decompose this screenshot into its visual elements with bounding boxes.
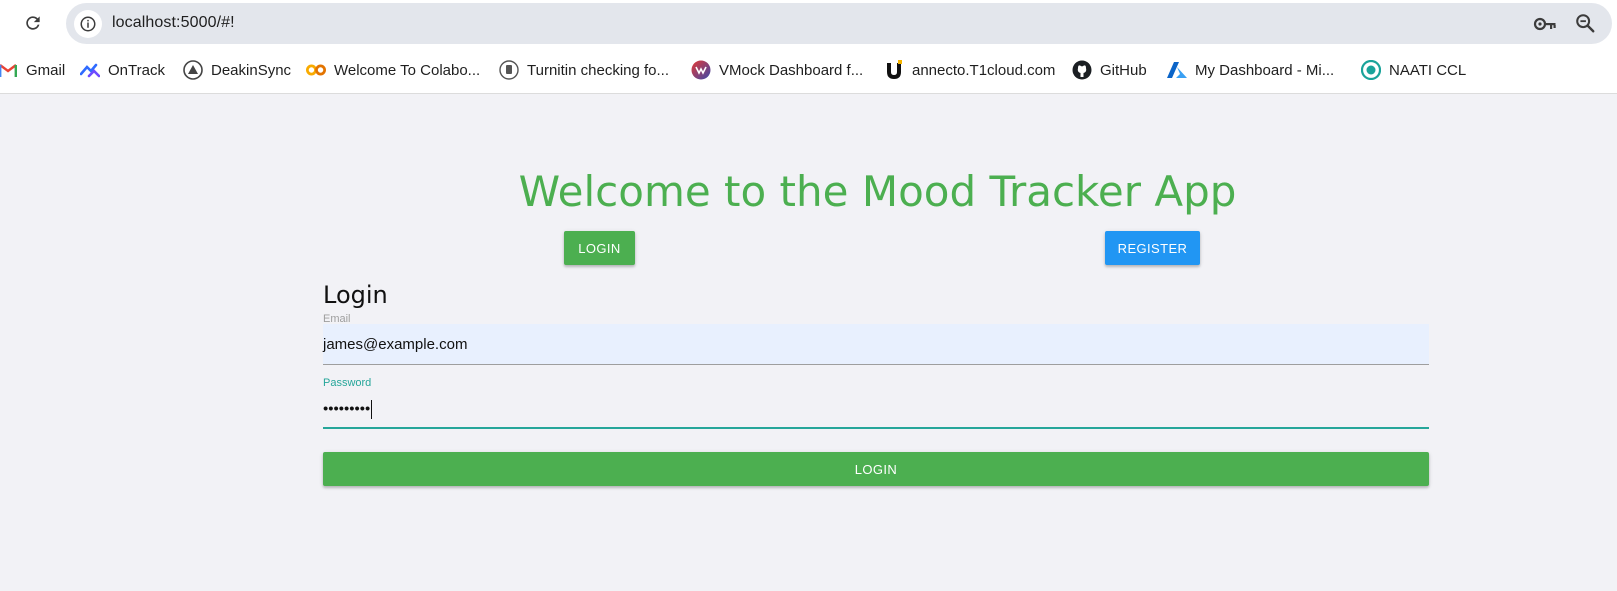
nav-register-button[interactable]: REGISTER bbox=[1105, 231, 1200, 265]
email-field[interactable]: james@example.com bbox=[323, 324, 1429, 365]
app-page: Welcome to the Mood Tracker App LOGIN RE… bbox=[0, 95, 1617, 591]
bookmark-naati[interactable]: NAATI CCL bbox=[1361, 58, 1466, 82]
address-bar[interactable]: localhost:5000/#! bbox=[66, 3, 1612, 44]
colab-icon bbox=[306, 60, 326, 80]
github-icon bbox=[1072, 60, 1092, 80]
bookmark-annecto[interactable]: annecto.T1cloud.com bbox=[884, 58, 1055, 82]
login-form-heading: Login bbox=[323, 281, 388, 309]
bookmark-ontrack[interactable]: OnTrack bbox=[80, 58, 165, 82]
zoom-icon[interactable] bbox=[1574, 12, 1598, 36]
password-value: ••••••••• bbox=[323, 400, 371, 418]
turnitin-icon bbox=[499, 60, 519, 80]
reload-icon[interactable] bbox=[20, 10, 46, 36]
password-field[interactable]: ••••••••• bbox=[323, 388, 1429, 429]
text-caret bbox=[371, 400, 373, 419]
bookmark-github[interactable]: GitHub bbox=[1072, 58, 1147, 82]
login-submit-button[interactable]: LOGIN bbox=[323, 452, 1429, 486]
bookmark-colab[interactable]: Welcome To Colabo... bbox=[306, 58, 480, 82]
bookmark-azure-dashboard[interactable]: My Dashboard - Mi... bbox=[1167, 58, 1334, 82]
url-text[interactable]: localhost:5000/#! bbox=[112, 14, 235, 32]
browser-toolbar: localhost:5000/#! bbox=[0, 0, 1617, 46]
azure-icon bbox=[1167, 60, 1187, 80]
nav-login-button[interactable]: LOGIN bbox=[564, 231, 635, 265]
bookmark-turnitin[interactable]: Turnitin checking fo... bbox=[499, 58, 669, 82]
bookmarks-bar: Gmail OnTrack DeakinSync Welcome To Cola… bbox=[0, 46, 1617, 94]
ontrack-icon bbox=[80, 60, 100, 80]
deakinsync-icon bbox=[183, 60, 203, 80]
email-value: james@example.com bbox=[323, 336, 468, 353]
naati-icon bbox=[1361, 60, 1381, 80]
password-key-icon[interactable] bbox=[1532, 13, 1558, 35]
site-info-icon[interactable] bbox=[74, 10, 102, 38]
gmail-icon bbox=[0, 60, 18, 80]
bookmark-gmail[interactable]: Gmail bbox=[0, 58, 65, 82]
bookmark-deakinsync[interactable]: DeakinSync bbox=[183, 58, 291, 82]
annecto-icon bbox=[884, 60, 904, 80]
vmock-icon bbox=[691, 60, 711, 80]
page-title: Welcome to the Mood Tracker App bbox=[518, 167, 1237, 216]
bookmark-vmock[interactable]: VMock Dashboard f... bbox=[691, 58, 863, 82]
